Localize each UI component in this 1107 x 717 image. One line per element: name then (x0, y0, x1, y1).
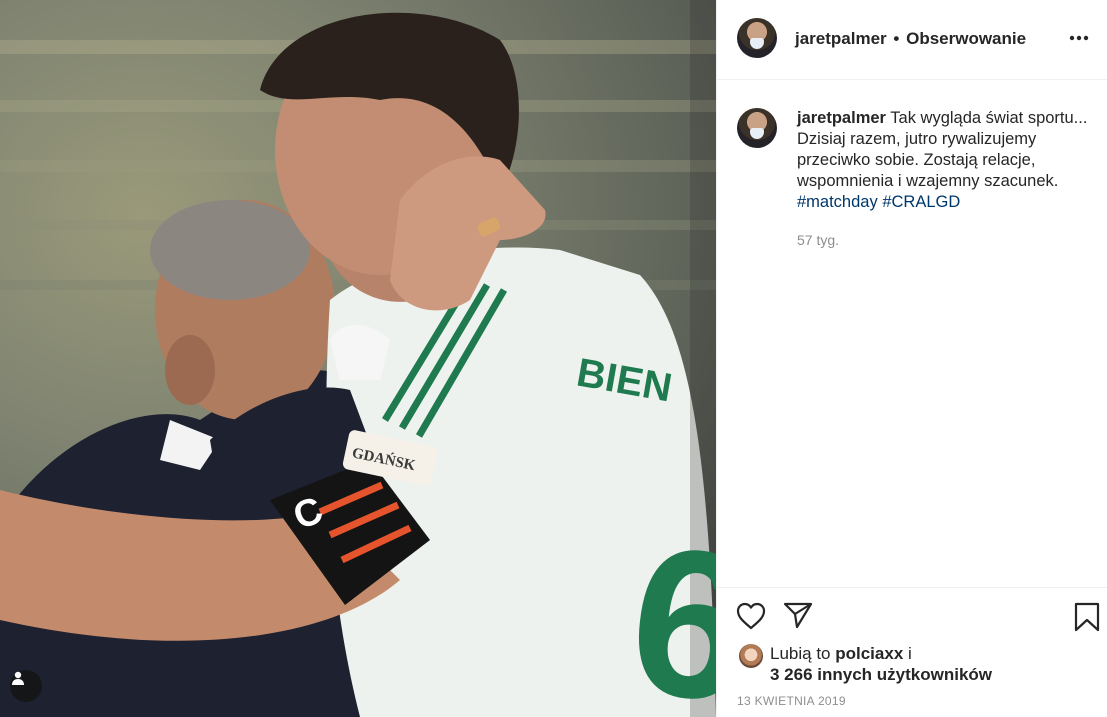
tagged-users-button[interactable] (10, 670, 42, 702)
author-avatar[interactable] (737, 18, 777, 58)
caption-username[interactable]: jaretpalmer (797, 109, 886, 127)
save-button[interactable] (1074, 602, 1100, 637)
caption-body: jaretpalmer Tak wygląda świat sportu... … (797, 108, 1097, 213)
follow-button[interactable]: Obserwowanie (906, 29, 1026, 48)
post-side-panel: jaretpalmer • Obserwowanie jaretpalmer T… (716, 0, 1107, 717)
post-date[interactable]: 13 KWIETNIA 2019 (737, 694, 846, 708)
separator-dot: • (893, 29, 900, 48)
hashtag-link[interactable]: #matchday (797, 193, 878, 211)
share-button[interactable] (783, 601, 813, 634)
caption-avatar[interactable] (737, 108, 777, 148)
post-photo[interactable]: BIEN 6 GDAŃSK C (0, 0, 716, 717)
more-options-button[interactable] (1066, 28, 1092, 48)
likes-others-link[interactable]: 3 266 innych użytkowników (770, 665, 992, 684)
caption-age[interactable]: 57 tyg. (797, 232, 839, 248)
like-button[interactable] (736, 602, 766, 635)
paper-plane-icon (783, 602, 813, 629)
hashtag-link[interactable]: #CRALGD (882, 193, 960, 211)
liker-username[interactable]: polciaxx (835, 644, 903, 663)
likes-summary: Lubią to polciaxx i 3 266 innych użytkow… (770, 643, 992, 685)
post-actions: Lubią to polciaxx i 3 266 innych użytkow… (717, 587, 1107, 717)
more-horizontal-icon (1069, 35, 1089, 41)
user-icon (12, 671, 24, 685)
bookmark-icon (1074, 602, 1100, 632)
likes-prefix: Lubią to (770, 644, 831, 663)
likes-conjunction: i (908, 644, 912, 663)
heart-icon (736, 602, 766, 630)
liker-avatar[interactable] (739, 644, 763, 668)
author-username[interactable]: jaretpalmer (795, 29, 887, 48)
header-user-line: jaretpalmer • Obserwowanie (795, 29, 1026, 49)
photo-illustration: BIEN 6 GDAŃSK C (0, 0, 716, 717)
post-header: jaretpalmer • Obserwowanie (717, 0, 1107, 80)
